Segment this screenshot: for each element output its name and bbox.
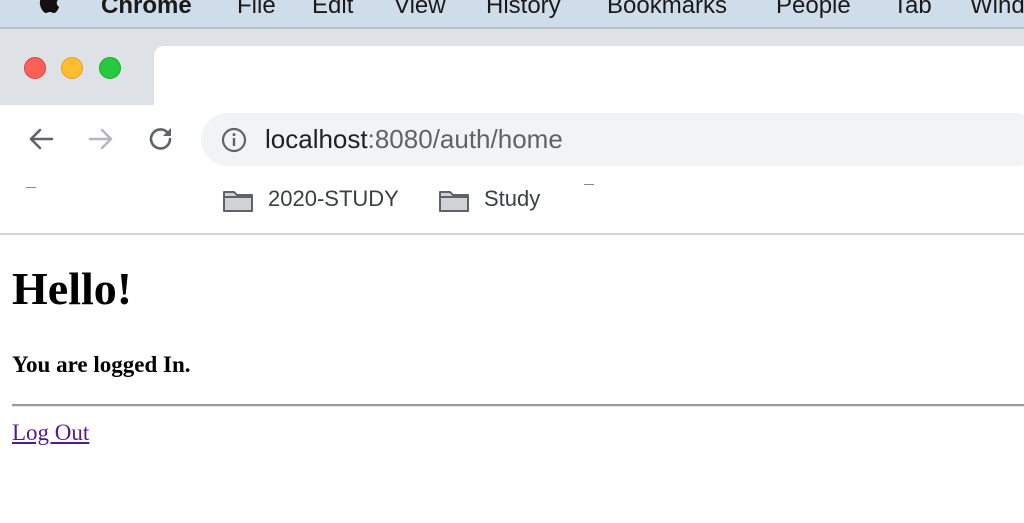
menu-tab[interactable]: Tab (893, 0, 932, 20)
menu-file[interactable]: File (237, 0, 276, 20)
bookmarks-bar-separator (26, 187, 36, 188)
horizontal-rule (12, 404, 1024, 407)
login-status-text: You are logged In. (12, 352, 191, 377)
active-tab[interactable] (154, 46, 1024, 105)
menu-people[interactable]: People (776, 0, 851, 20)
url-host: localhost (265, 124, 368, 154)
bookmark-study[interactable]: Study (438, 184, 548, 216)
window-close-button[interactable] (24, 57, 46, 79)
folder-icon (439, 191, 469, 212)
apple-logo-icon[interactable] (38, 0, 64, 18)
page-content (0, 235, 1024, 523)
menu-view[interactable]: View (394, 0, 446, 20)
bookmark-label: 2020-STUDY (268, 186, 399, 211)
menu-chrome[interactable]: Chrome (101, 0, 192, 20)
url-text[interactable]: localhost:8080/auth/home (265, 124, 563, 155)
reload-icon[interactable] (146, 124, 176, 154)
macos-menu-bar: Chrome File Edit View History Bookmarks … (0, 0, 1024, 27)
menu-bookmarks[interactable]: Bookmarks (607, 0, 727, 20)
url-path: :8080/auth/home (367, 124, 563, 154)
menu-edit[interactable]: Edit (312, 0, 353, 20)
back-arrow-icon[interactable] (26, 124, 56, 154)
window-minimize-button[interactable] (61, 57, 83, 79)
page-title: Hello! (12, 263, 133, 314)
menu-history[interactable]: History (486, 0, 561, 20)
logout-link[interactable]: Log Out (12, 420, 89, 446)
folder-icon (223, 191, 253, 212)
forward-arrow-icon[interactable] (86, 124, 116, 154)
site-info-icon[interactable] (221, 127, 247, 153)
bookmarks-bar-separator (584, 184, 594, 185)
window-maximize-button[interactable] (99, 57, 121, 79)
bookmark-label: Study (484, 186, 541, 211)
bookmark-2020-study[interactable]: 2020-STUDY (222, 184, 412, 216)
menu-window[interactable]: Window (970, 0, 1024, 20)
